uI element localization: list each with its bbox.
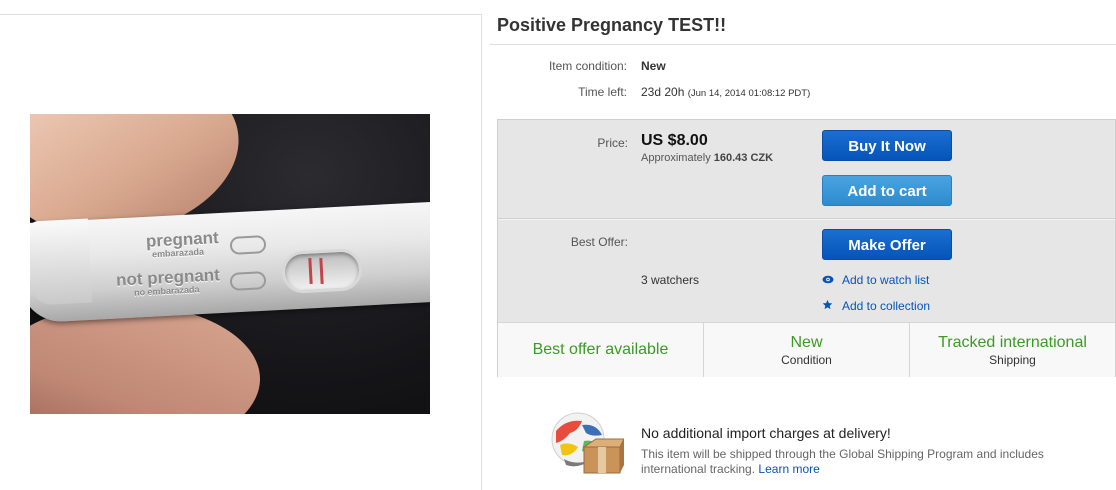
star-icon: [822, 299, 834, 313]
title-divider: [490, 44, 1116, 45]
watch-list-label[interactable]: Add to watch list: [842, 273, 929, 287]
photo-test-cap: [30, 218, 93, 306]
price-label: Price:: [597, 136, 628, 150]
price-approx-prefix: Approximately: [641, 152, 711, 164]
watchers-count: 3 watchers: [641, 273, 700, 287]
buy-it-now-button[interactable]: Buy It Now: [822, 130, 952, 161]
price-approx-value: 160.43 CZK: [713, 152, 774, 164]
badge-title: Tracked international: [938, 333, 1087, 351]
add-to-cart-button[interactable]: Add to cart: [822, 175, 952, 206]
time-left-end-date: (Jun 14, 2014 01:08:12 PDT): [687, 88, 811, 99]
collection-label[interactable]: Add to collection: [842, 299, 930, 313]
best-offer-label: Best Offer:: [570, 235, 628, 249]
photo-symbol-one-line: [229, 271, 267, 291]
time-left-remaining: 23d 20h: [641, 85, 685, 99]
badge-subtitle: Shipping: [989, 352, 1036, 367]
image-panel: pregnant embarazada not pregnant no emba…: [0, 14, 482, 490]
item-photo[interactable]: pregnant embarazada not pregnant no emba…: [30, 114, 430, 414]
shipping-text: This item will be shipped through the Gl…: [641, 447, 1044, 476]
price-approx: Approximately 160.43 CZK: [641, 152, 773, 164]
shipping-description: This item will be shipped through the Gl…: [641, 447, 1081, 477]
badge-subtitle: Condition: [781, 352, 832, 367]
item-title: Positive Pregnancy TEST!!: [497, 15, 727, 35]
buy-box-divider: [498, 218, 1115, 220]
time-left-label: Time left:: [578, 85, 627, 99]
feature-badges: Best offer available New Condition Track…: [498, 322, 1115, 377]
make-offer-button[interactable]: Make Offer: [822, 229, 952, 260]
badge-best-offer: Best offer available: [498, 323, 704, 377]
condition-value: New: [641, 59, 666, 73]
photo-symbol-two-lines: [229, 235, 267, 255]
badge-title: Best offer available: [532, 341, 669, 358]
time-left-value: 23d 20h (Jun 14, 2014 01:08:12 PDT): [641, 85, 810, 99]
price-value: US $8.00: [641, 132, 708, 149]
add-to-watch-list-link[interactable]: Add to watch list: [822, 273, 929, 287]
globe-box-icon: [548, 411, 625, 475]
learn-more-link[interactable]: Learn more: [758, 462, 819, 476]
badge-title: New: [790, 333, 823, 351]
add-to-collection-link[interactable]: Add to collection: [822, 299, 930, 313]
eye-icon: [822, 275, 834, 287]
buy-box: Price: US $8.00 Approximately 160.43 CZK…: [497, 119, 1116, 377]
shipping-title: No additional import charges at delivery…: [641, 425, 891, 441]
condition-label: Item condition:: [548, 59, 627, 73]
badge-shipping: Tracked international Shipping: [910, 323, 1115, 377]
badge-condition: New Condition: [704, 323, 910, 377]
